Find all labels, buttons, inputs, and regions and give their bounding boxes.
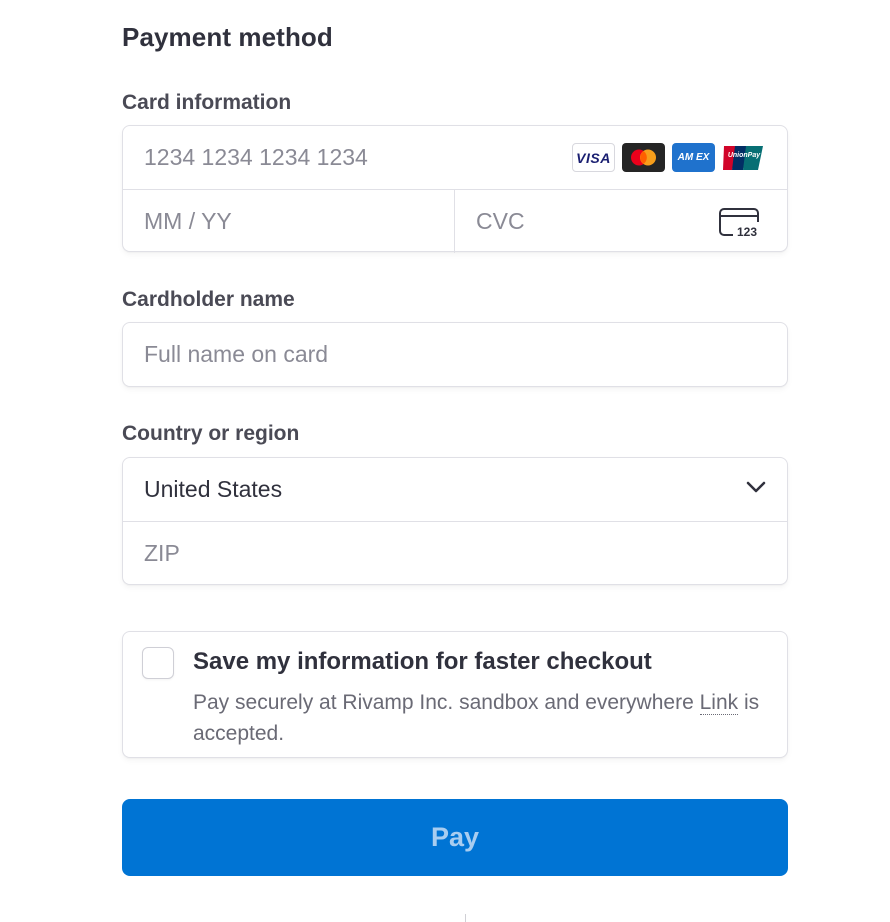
card-info-group: 1234 1234 1234 1234 VISA AM EX UnionPay … — [122, 125, 788, 253]
country-group: United States ZIP — [122, 457, 788, 585]
save-info-checkbox[interactable] — [142, 647, 174, 679]
cvc-card-icon: 123 — [719, 208, 761, 243]
save-info-panel: Save my information for faster checkout … — [122, 631, 788, 758]
zip-placeholder: ZIP — [144, 539, 180, 566]
cvc-placeholder: CVC — [476, 208, 525, 234]
country-select[interactable]: United States — [123, 458, 787, 521]
cardholder-name-field[interactable]: Full name on card — [122, 322, 788, 387]
card-number-placeholder: 1234 1234 1234 1234 — [144, 144, 368, 170]
card-info-label: Card information — [122, 91, 292, 114]
country-label: Country or region — [122, 422, 300, 445]
save-info-title: Save my information for faster checkout — [193, 648, 652, 675]
pay-button-label: Pay — [430, 822, 480, 852]
expiry-field[interactable]: MM / YY — [123, 190, 455, 253]
cardholder-label: Cardholder name — [122, 288, 295, 311]
card-expiry-cvc-row: MM / YY CVC 123 — [123, 189, 787, 253]
visa-icon: VISA — [572, 143, 615, 172]
divider — [465, 914, 466, 922]
chevron-down-icon — [746, 480, 766, 499]
zip-field[interactable]: ZIP — [123, 521, 787, 584]
amex-icon: AM EX — [672, 143, 715, 172]
expiry-placeholder: MM / YY — [144, 208, 232, 234]
page-title: Payment method — [122, 22, 333, 52]
mastercard-icon — [622, 143, 665, 172]
card-brands: VISA AM EX UnionPay — [572, 143, 765, 172]
country-selected-value: United States — [144, 476, 283, 502]
cardholder-placeholder: Full name on card — [144, 341, 329, 367]
save-info-description: Pay securely at Rivamp Inc. sandbox and … — [193, 691, 760, 745]
svg-text:UnionPay: UnionPay — [728, 152, 761, 159]
unionpay-icon: UnionPay — [722, 143, 765, 172]
svg-text:123: 123 — [737, 225, 757, 238]
cvc-field[interactable]: CVC 123 — [455, 190, 787, 253]
link-info-link[interactable]: Link — [699, 691, 739, 715]
pay-button[interactable]: Pay — [122, 799, 788, 876]
